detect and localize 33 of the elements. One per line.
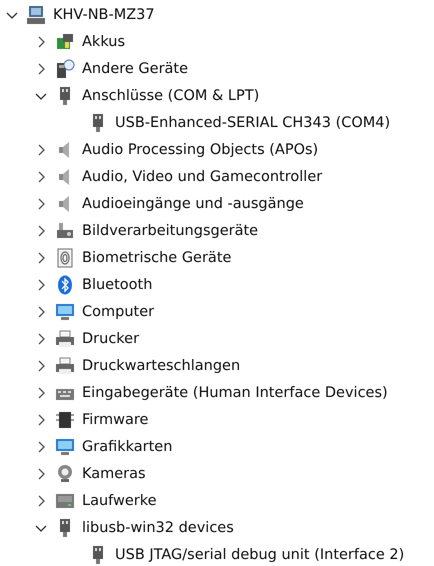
tree-item-label[interactable]: Kameras [81, 464, 147, 482]
tree-item-label[interactable]: Audio, Video und Gamecontroller [81, 168, 324, 186]
device-icon [55, 58, 75, 78]
tree-item-label[interactable]: Firmware [81, 410, 150, 428]
tree-item-label[interactable]: KHV-NB-MZ37 [52, 6, 156, 24]
tree-item-label[interactable]: Bildverarbeitungsgeräte [81, 222, 260, 240]
battery-icon [55, 32, 75, 52]
tree-item-label[interactable]: USB-Enhanced-SERIAL CH343 (COM4) [114, 114, 392, 132]
monitor-icon [55, 436, 75, 456]
tree-item-label[interactable]: USB JTAG/serial debug unit (Interface 2) [114, 546, 406, 564]
tree-item-label[interactable]: Druckwarteschlangen [81, 356, 242, 374]
computer-icon [26, 4, 46, 24]
tree-item-label[interactable]: Biometrische Geräte [81, 248, 232, 266]
printer-icon [55, 356, 75, 376]
tree-item-label[interactable]: Anschlüsse (COM & LPT) [81, 86, 260, 104]
fingerprint-icon [55, 248, 75, 268]
monitor-icon [55, 302, 75, 322]
tree-item-label[interactable]: Drucker [81, 330, 140, 348]
webcam-icon [55, 464, 75, 484]
tree-item-label[interactable]: Laufwerke [81, 492, 158, 510]
tree-item-label[interactable]: Andere Geräte [81, 60, 190, 78]
printer-icon [55, 328, 75, 348]
tree-item-label[interactable]: libusb-win32 devices [81, 518, 235, 536]
tree-item-label[interactable]: Audio Processing Objects (APOs) [81, 140, 320, 158]
tree-item-label[interactable]: Eingabegeräte (Human Interface Devices) [81, 384, 389, 402]
tree-item-label[interactable]: Akkus [81, 32, 126, 50]
chip-icon [55, 410, 75, 430]
bluetooth-icon [55, 274, 75, 294]
tree-item-label[interactable]: Bluetooth [81, 276, 154, 294]
tree-item-label[interactable]: Computer [81, 302, 156, 320]
scanner-icon [55, 220, 75, 240]
tree-item-label[interactable]: Audioeingänge und -ausgänge [81, 194, 305, 212]
tree-item-label[interactable]: Grafikkarten [81, 438, 174, 456]
